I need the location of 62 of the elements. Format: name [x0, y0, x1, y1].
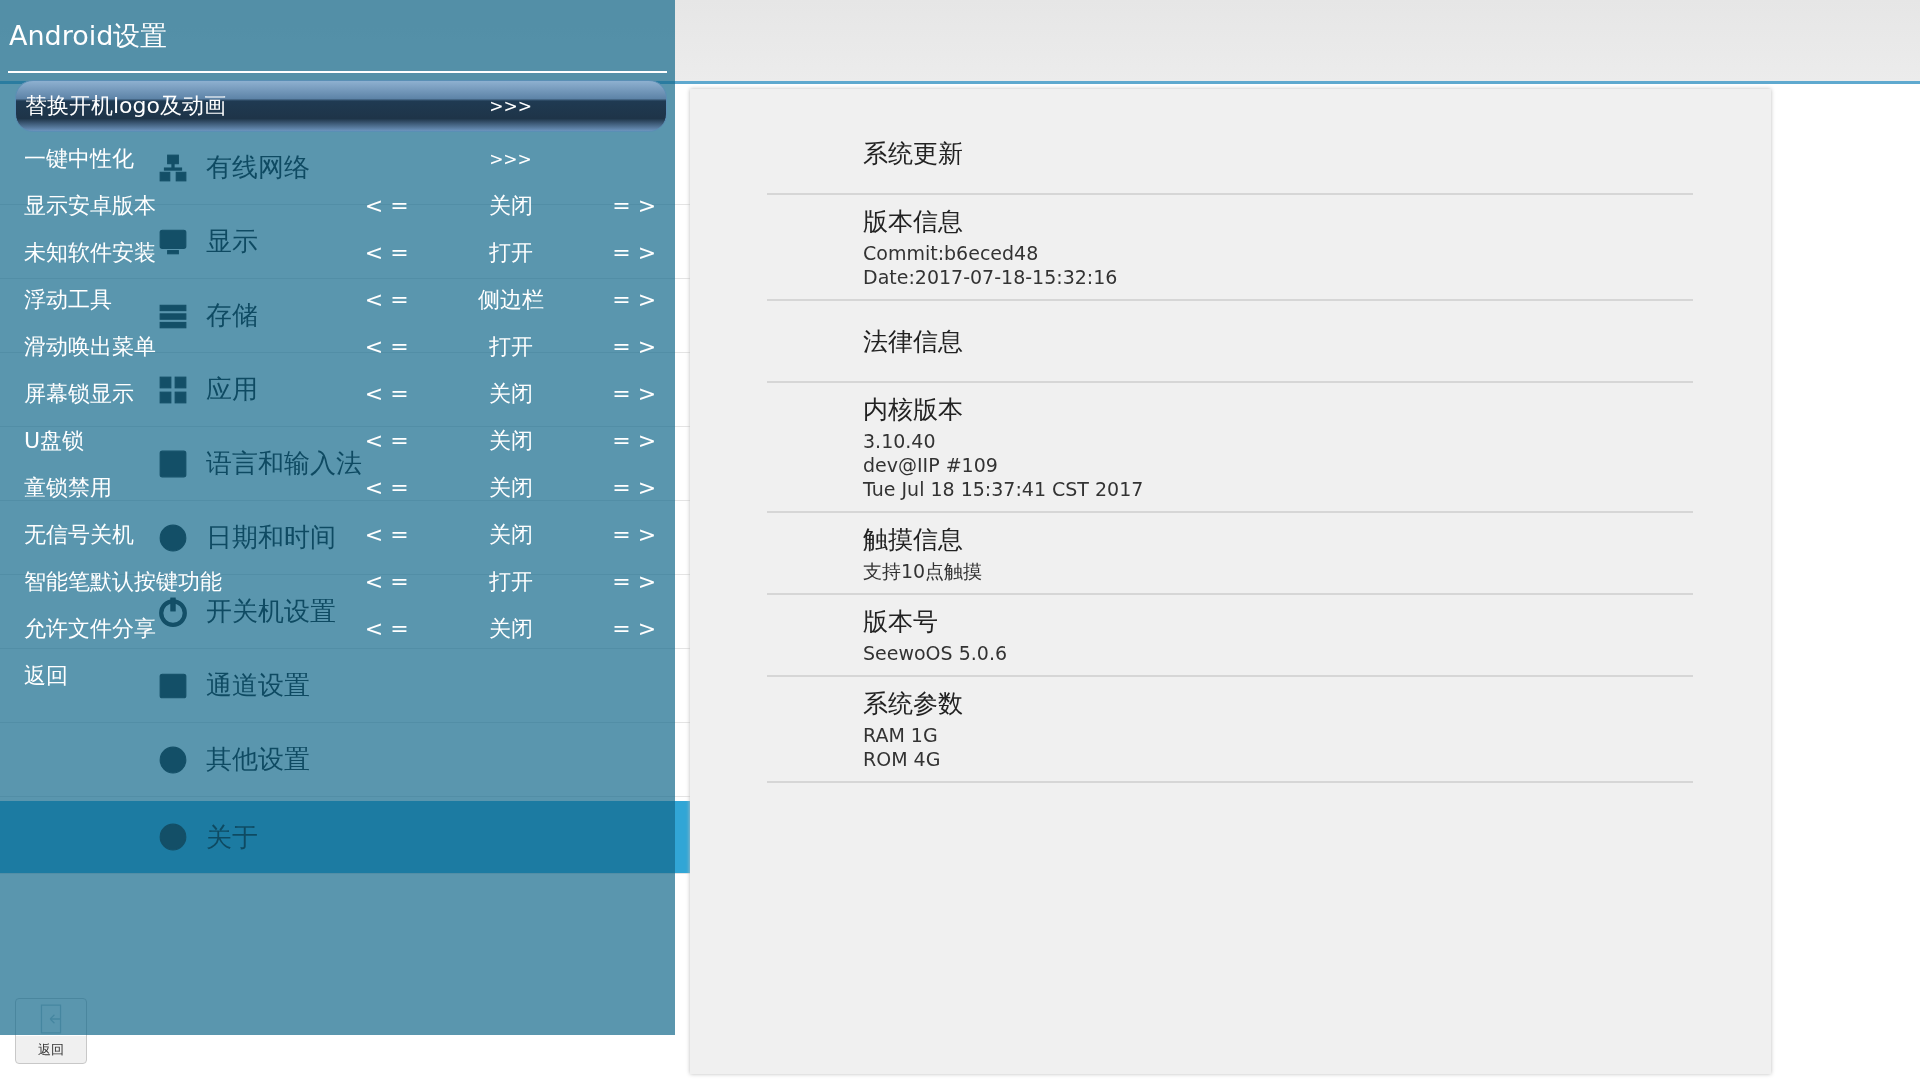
more-arrows[interactable]: >>> — [454, 148, 567, 169]
info-text: RAM 1G — [863, 723, 939, 747]
option-value: 打开 — [487, 332, 534, 361]
next-arrow[interactable]: = > — [601, 569, 667, 594]
option-label[interactable]: 显示安卓版本 — [24, 190, 156, 221]
info-text: 3.10.40 — [863, 429, 937, 453]
info-text: Date:2017-07-18-15:32:16 — [863, 265, 1119, 289]
previous-arrow[interactable]: < = — [354, 428, 420, 453]
info-text: 支持10点触摸 — [863, 559, 984, 583]
next-arrow[interactable]: = > — [601, 475, 667, 500]
previous-arrow[interactable]: < = — [354, 475, 420, 500]
option-label[interactable]: 屏幕锁显示 — [24, 378, 134, 409]
previous-arrow[interactable]: < = — [354, 240, 420, 265]
option-value: 打开 — [487, 567, 534, 596]
info-text: ROM 4G — [863, 747, 942, 771]
option-label[interactable]: 智能笔默认按键功能 — [24, 566, 222, 597]
option-value: 关闭 — [487, 379, 534, 408]
next-arrow[interactable]: = > — [601, 428, 667, 453]
section-title: 系统更新 — [863, 138, 964, 170]
next-arrow[interactable]: = > — [601, 381, 667, 406]
previous-arrow[interactable]: < = — [354, 569, 420, 594]
option-label[interactable]: 未知软件安装 — [24, 237, 156, 268]
next-arrow[interactable]: = > — [601, 240, 667, 265]
info-text: Tue Jul 18 15:37:41 CST 2017 — [863, 477, 1145, 501]
more-arrows[interactable]: >>> — [454, 96, 567, 116]
previous-arrow[interactable]: < = — [354, 381, 420, 406]
option-value: 关闭 — [487, 426, 534, 455]
option-label[interactable]: 允许文件分享 — [24, 613, 156, 644]
dialog-title: Android设置 — [8, 0, 667, 73]
section-title: 触摸信息 — [863, 524, 964, 556]
info-text: SeewoOS 5.0.6 — [863, 641, 1008, 665]
previous-arrow[interactable]: < = — [354, 616, 420, 641]
option-label[interactable]: 一键中性化 — [24, 143, 134, 174]
option-value: 侧边栏 — [476, 285, 545, 314]
option-value: 关闭 — [487, 520, 534, 549]
next-arrow[interactable]: = > — [601, 522, 667, 547]
option-value: 打开 — [487, 238, 534, 267]
next-arrow[interactable]: = > — [601, 334, 667, 359]
next-arrow[interactable]: = > — [601, 193, 667, 218]
info-text: Commit:b6eced48 — [863, 241, 1040, 265]
previous-arrow[interactable]: < = — [354, 287, 420, 312]
next-arrow[interactable]: = > — [601, 616, 667, 641]
option-value: 关闭 — [487, 191, 534, 220]
previous-arrow[interactable]: < = — [354, 193, 420, 218]
option-label[interactable]: 返回 — [24, 660, 68, 691]
section-title: 版本号 — [863, 606, 939, 638]
previous-arrow[interactable]: < = — [354, 522, 420, 547]
option-value: 关闭 — [487, 614, 534, 643]
option-label[interactable]: 无信号关机 — [24, 519, 134, 550]
next-arrow[interactable]: = > — [601, 287, 667, 312]
section-title: 内核版本 — [863, 394, 964, 426]
section-title: 版本信息 — [863, 206, 964, 238]
option-label[interactable]: U盘锁 — [24, 425, 85, 456]
option-value: 关闭 — [487, 473, 534, 502]
option-label[interactable]: 滑动唤出菜单 — [24, 331, 156, 362]
section-title: 系统参数 — [863, 688, 964, 720]
section-title: 法律信息 — [863, 326, 964, 358]
option-label[interactable]: 替换开机logo及动画 — [25, 91, 226, 121]
previous-arrow[interactable]: < = — [354, 334, 420, 359]
option-label[interactable]: 浮动工具 — [24, 284, 112, 315]
option-label[interactable]: 童锁禁用 — [24, 472, 112, 503]
info-text: dev@IIP #109 — [863, 453, 999, 477]
